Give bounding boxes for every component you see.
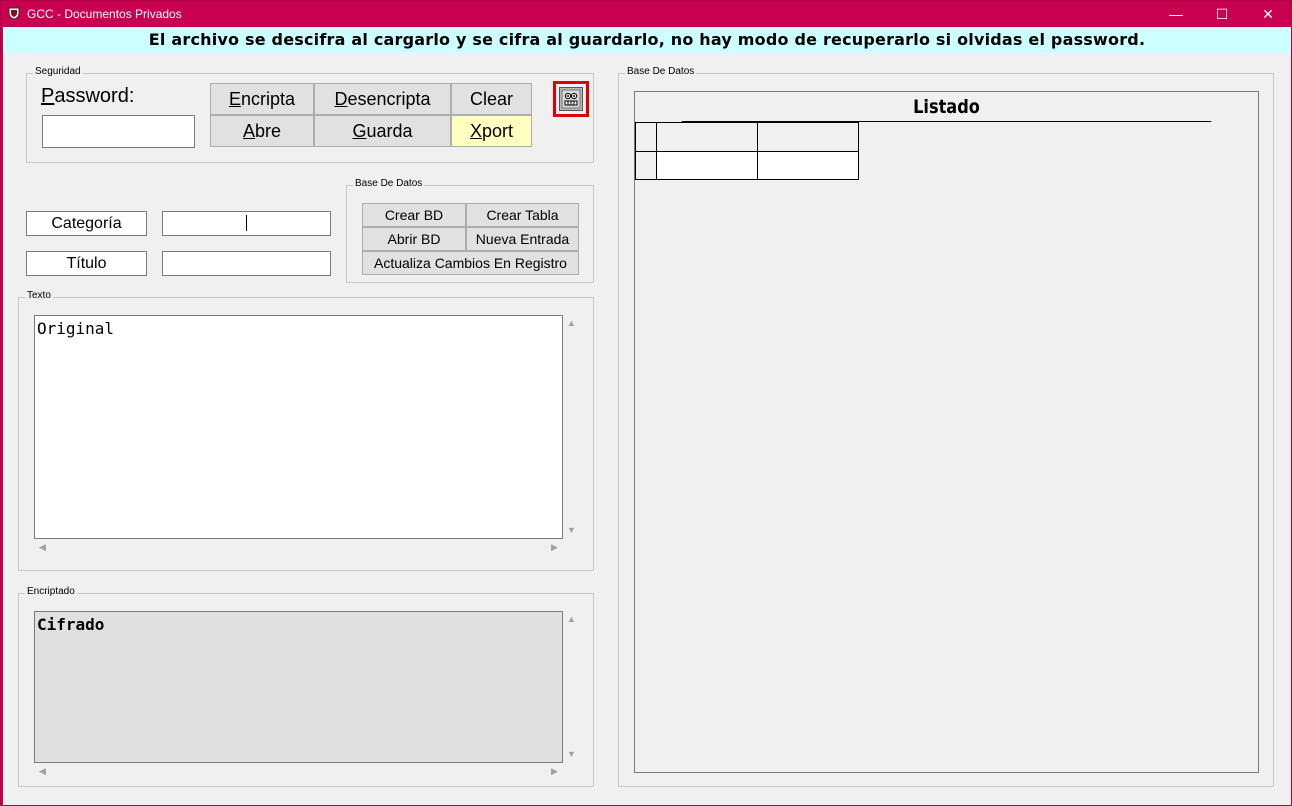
base-datos-small-group: Base De Datos Crear BD Crear Tabla Abrir… xyxy=(346,178,594,283)
texto-legend: Texto xyxy=(25,290,53,301)
app-window: GCC - Documentos Privados — ☐ ✕ El archi… xyxy=(0,0,1292,806)
table-cell[interactable] xyxy=(757,151,859,180)
clear-button[interactable]: Clear xyxy=(451,83,532,115)
listado-title: Listado xyxy=(681,92,1212,122)
base-datos-panel: Base De Datos Listado xyxy=(618,66,1274,787)
base-datos-panel-legend: Base De Datos xyxy=(625,66,697,77)
scroll-left-icon[interactable]: ◀ xyxy=(39,766,46,777)
crear-tabla-button[interactable]: Crear Tabla xyxy=(466,203,579,227)
listado-table[interactable] xyxy=(635,122,859,180)
actualiza-cambios-button[interactable]: Actualiza Cambios En Registro xyxy=(362,251,579,275)
close-button[interactable]: ✕ xyxy=(1245,1,1291,27)
crear-bd-button[interactable]: Crear BD xyxy=(362,203,466,227)
encriptado-legend: Encriptado xyxy=(25,586,77,597)
categoria-input[interactable] xyxy=(162,211,331,236)
column-header-cell[interactable] xyxy=(757,122,859,152)
listado-grid[interactable]: Listado xyxy=(634,91,1259,773)
scroll-up-icon[interactable]: ▲ xyxy=(567,614,576,624)
table-cell[interactable] xyxy=(656,151,758,180)
warning-banner: El archivo se descifra al cargarlo y se … xyxy=(3,27,1291,53)
abrir-bd-button[interactable]: Abrir BD xyxy=(362,227,466,251)
categoria-label: Categoría xyxy=(26,211,147,236)
password-input[interactable] xyxy=(42,115,195,148)
table-row xyxy=(635,151,859,180)
encripta-button[interactable]: Encripta xyxy=(210,83,314,115)
xport-button[interactable]: Xport xyxy=(451,115,532,147)
base-datos-small-legend: Base De Datos xyxy=(353,178,425,189)
maximize-button[interactable]: ☐ xyxy=(1199,1,1245,27)
titulo-label: Título xyxy=(26,251,147,276)
app-shield-icon xyxy=(8,7,20,20)
scroll-down-icon[interactable]: ▼ xyxy=(567,525,576,535)
scroll-left-icon[interactable]: ◀ xyxy=(39,542,46,553)
scroll-up-icon[interactable]: ▲ xyxy=(567,318,576,328)
seguridad-group: Seguridad Password: Encripta Desencripta… xyxy=(26,66,594,163)
text-cursor xyxy=(246,215,247,231)
minimize-button[interactable]: — xyxy=(1153,1,1199,27)
face-icon xyxy=(559,87,583,111)
guarda-button[interactable]: Guarda xyxy=(314,115,451,147)
scroll-right-icon[interactable]: ▶ xyxy=(551,766,558,777)
scroll-down-icon[interactable]: ▼ xyxy=(567,749,576,759)
seguridad-legend: Seguridad xyxy=(33,66,83,77)
title-bar[interactable]: GCC - Documentos Privados — ☐ ✕ xyxy=(1,1,1291,27)
encriptado-group: Encriptado Cifrado ▲ ▼ ◀ ▶ xyxy=(18,586,594,787)
scroll-right-icon[interactable]: ▶ xyxy=(551,542,558,553)
table-row xyxy=(635,122,859,152)
texto-textarea[interactable]: Original xyxy=(34,315,563,539)
texto-group: Texto Original ▲ ▼ ◀ ▶ xyxy=(18,290,594,571)
client-area: El archivo se descifra al cargarlo y se … xyxy=(3,27,1291,805)
desencripta-button[interactable]: Desencripta xyxy=(314,83,451,115)
abre-button[interactable]: Abre xyxy=(210,115,314,147)
face-button[interactable] xyxy=(553,81,589,117)
window-title: GCC - Documentos Privados xyxy=(27,7,182,21)
row-header-cell[interactable] xyxy=(635,122,657,152)
column-header-cell[interactable] xyxy=(656,122,758,152)
titulo-input[interactable] xyxy=(162,251,331,276)
nueva-entrada-button[interactable]: Nueva Entrada xyxy=(466,227,579,251)
password-label: Password: xyxy=(41,85,135,107)
row-header-cell[interactable] xyxy=(635,151,657,180)
encriptado-textarea[interactable]: Cifrado xyxy=(34,611,563,763)
